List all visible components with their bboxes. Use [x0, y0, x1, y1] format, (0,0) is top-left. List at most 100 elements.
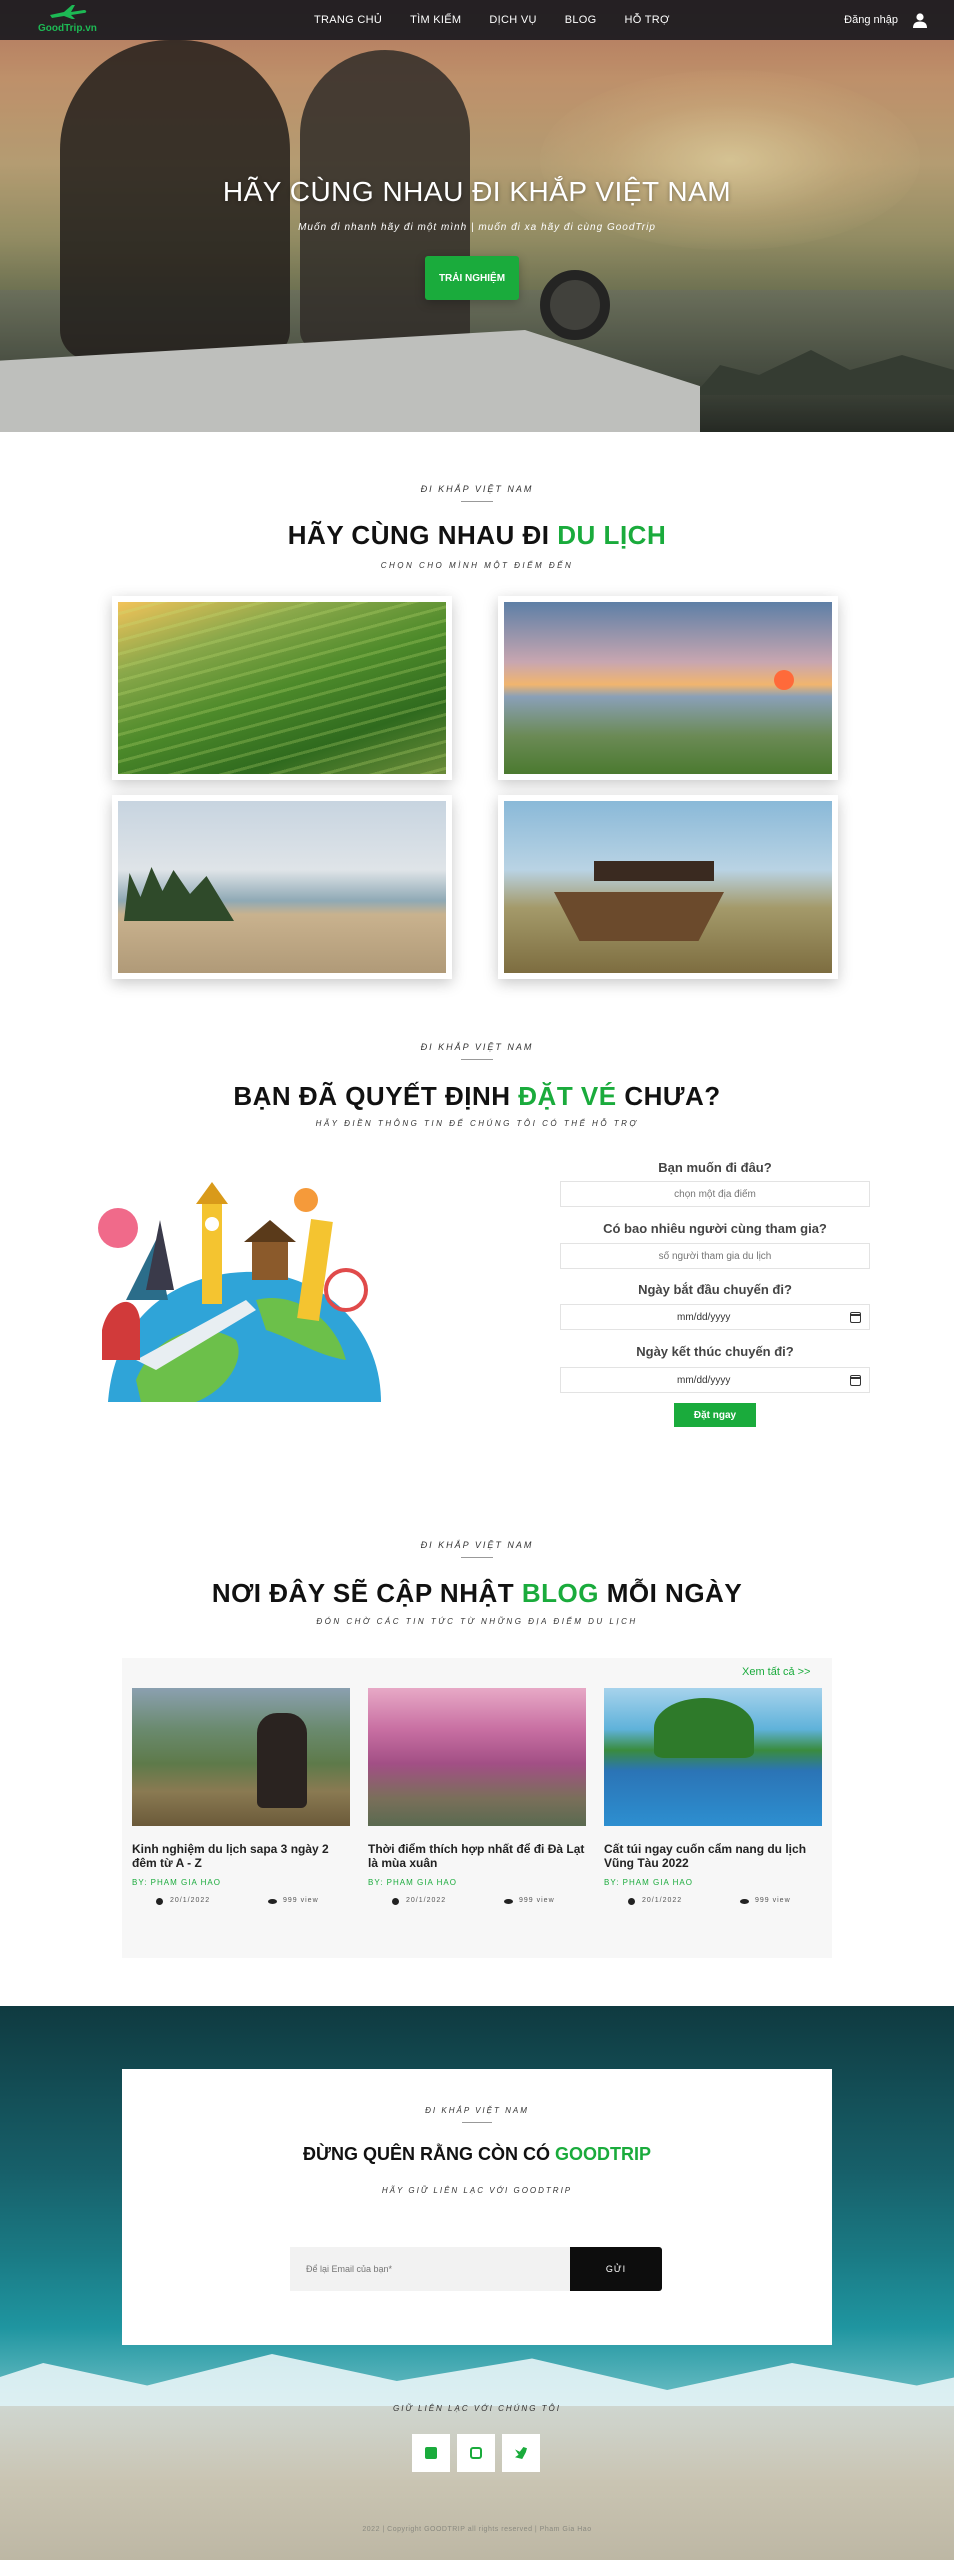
main-menu: TRANG CHỦ TÌM KIẾM DỊCH VỤ BLOG HỖ TRỢ [300, 0, 684, 40]
facebook-button[interactable] [412, 2434, 450, 2472]
rice-terrace-photo [118, 602, 446, 774]
contact-label: GIỮ LIÊN LẠC VỚI CHÚNG TÔI [393, 2404, 561, 2413]
nav-search[interactable]: TÌM KIẾM [396, 0, 475, 40]
newsletter-divider [462, 2122, 492, 2123]
blog-divider [461, 1557, 493, 1558]
booking-divider [461, 1059, 493, 1060]
blog-title-suffix: MỖI NGÀY [606, 1578, 743, 1608]
booking-title-prefix: BẠN ĐÃ QUYẾT ĐỊNH [233, 1081, 511, 1111]
blog-card-date: 20/1/2022 [170, 1897, 211, 1904]
newsletter-title-prefix: ĐỪNG QUÊN RẰNG CÒN CÓ [303, 2144, 550, 2164]
destination-card-beach[interactable] [112, 795, 452, 979]
booking-subtitle: HÃY ĐIỀN THÔNG TIN ĐỂ CHÚNG TÔI CÓ THỂ H… [315, 1119, 639, 1128]
nav-services[interactable]: DỊCH VỤ [475, 0, 550, 40]
newsletter-subtitle: HÃY GIỮ LIÊN LẠC VỚI GOODTRIP [381, 2186, 573, 2195]
twitter-icon [515, 2447, 527, 2459]
nav-support[interactable]: HỖ TRỢ [611, 0, 684, 40]
destination-card-sunrise[interactable] [498, 596, 838, 780]
nav-home[interactable]: TRANG CHỦ [300, 0, 396, 40]
destinations-title: HÃY CÙNG NHAU ĐI DU LỊCH [0, 520, 954, 551]
blog-card[interactable]: Kinh nghiệm du lịch sapa 3 ngày 2 đêm từ… [132, 1688, 350, 1909]
newsletter-eyebrow: ĐI KHẮP VIỆT NAM [425, 2106, 529, 2115]
blog-card[interactable]: Cất túi ngay cuốn cẩm nang du lịch Vũng … [604, 1688, 822, 1909]
blog-thumbnail[interactable] [368, 1688, 586, 1826]
clock-icon [628, 1898, 635, 1905]
eye-icon [740, 1899, 749, 1904]
blog-card-title[interactable]: Cất túi ngay cuốn cẩm nang du lịch Vũng … [604, 1842, 822, 1870]
twitter-button[interactable] [502, 2434, 540, 2472]
people-input[interactable] [560, 1243, 870, 1269]
destination-input[interactable] [560, 1181, 870, 1207]
blog-thumbnail[interactable] [604, 1688, 822, 1826]
blog-thumbnail[interactable] [132, 1688, 350, 1826]
blog-card-author: BY: PHAM GIA HAO [368, 1878, 457, 1887]
airplane-icon [50, 5, 87, 19]
destinations-subtitle: CHỌN CHO MÌNH MỘT ĐIỂM ĐẾN [380, 561, 574, 570]
blog-card-views: 999 view [519, 1897, 555, 1904]
blog-card-date: 20/1/2022 [406, 1897, 447, 1904]
blog-card-title[interactable]: Thời điểm thích hợp nhất để đi Đà Lạt là… [368, 1842, 586, 1870]
booking-title-suffix: CHƯA? [624, 1081, 721, 1111]
blog-card-views: 999 view [283, 1897, 319, 1904]
book-now-button[interactable]: Đặt ngay [674, 1403, 756, 1427]
sunrise-hills-photo [504, 602, 832, 774]
destinations-title-prefix: HÃY CÙNG NHAU ĐI [287, 520, 550, 550]
site-logo[interactable]: GoodTrip.vn [34, 4, 104, 36]
blog-title-prefix: NƠI ĐÂY SẼ CẬP NHẬT [211, 1578, 515, 1608]
travel-globe-illustration [98, 1182, 381, 1402]
blog-card-author: BY: PHAM GIA HAO [132, 1878, 221, 1887]
view-all-link[interactable]: Xem tất cả >> [742, 1666, 810, 1678]
clock-icon [156, 1898, 163, 1905]
hero-subtitle: Muốn đi nhanh hãy đi một mình | muốn đi … [298, 222, 656, 233]
copyright-text: 2022 | Copyright GOODTRIP all rights res… [362, 2526, 592, 2533]
blog-card-meta: 20/1/2022 999 view [132, 1897, 350, 1909]
people-label: Có bao nhiêu người cùng tham gia? [603, 1221, 827, 1236]
calendar-icon[interactable] [850, 1312, 861, 1323]
newsletter-title-highlight: GOODTRIP [554, 2144, 651, 2164]
hero-banner: HÃY CÙNG NHAU ĐI KHẮP VIỆT NAM Muốn đi n… [0, 0, 954, 432]
newsletter-title: ĐỪNG QUÊN RẰNG CÒN CÓ GOODTRIP [122, 2144, 832, 2165]
blog-card-title[interactable]: Kinh nghiệm du lịch sapa 3 ngày 2 đêm từ… [132, 1842, 350, 1870]
user-icon[interactable] [912, 12, 928, 28]
logo-text: GoodTrip.vn [38, 23, 97, 34]
destination-card-terraces[interactable] [112, 596, 452, 780]
booking-title: BẠN ĐÃ QUYẾT ĐỊNH ĐẶT VÉ CHƯA? [0, 1081, 954, 1112]
eye-icon [504, 1899, 513, 1904]
facebook-icon [425, 2447, 437, 2459]
eye-icon [268, 1899, 277, 1904]
blog-card-date: 20/1/2022 [642, 1897, 683, 1904]
start-date-value: mm/dd/yyyy [677, 1312, 731, 1323]
instagram-button[interactable] [457, 2434, 495, 2472]
destination-card-boat[interactable] [498, 795, 838, 979]
blog-card-views: 999 view [755, 1897, 791, 1904]
end-date-value: mm/dd/yyyy [677, 1375, 731, 1386]
start-date-field[interactable]: mm/dd/yyyy [560, 1304, 870, 1330]
experience-button[interactable]: TRẢI NGHIỆM [425, 256, 519, 300]
blog-title-highlight: BLOG [521, 1578, 599, 1608]
send-button[interactable]: GỬI [570, 2247, 662, 2291]
beach-photo [118, 801, 446, 973]
start-date-label: Ngày bắt đầu chuyến đi? [638, 1282, 792, 1297]
calendar-icon[interactable] [850, 1375, 861, 1386]
blog-card-author: BY: PHAM GIA HAO [604, 1878, 693, 1887]
login-link[interactable]: Đăng nhập [844, 0, 898, 40]
destination-label: Bạn muốn đi đâu? [658, 1160, 772, 1175]
booking-eyebrow: ĐI KHẮP VIỆT NAM [420, 1042, 534, 1052]
newsletter-box: ĐI KHẮP VIỆT NAM ĐỪNG QUÊN RẰNG CÒN CÓ G… [122, 2069, 832, 2345]
email-input[interactable] [290, 2247, 570, 2291]
blog-eyebrow: ĐI KHẮP VIỆT NAM [420, 1540, 534, 1550]
blog-card-meta: 20/1/2022 999 view [604, 1897, 822, 1909]
clock-icon [392, 1898, 399, 1905]
river-boat-photo [504, 801, 832, 973]
blog-card-meta: 20/1/2022 999 view [368, 1897, 586, 1909]
booking-title-highlight: ĐẶT VÉ [518, 1081, 617, 1111]
top-navbar: GoodTrip.vn TRANG CHỦ TÌM KIẾM DỊCH VỤ B… [0, 0, 954, 40]
end-date-field[interactable]: mm/dd/yyyy [560, 1367, 870, 1393]
blog-card[interactable]: Thời điểm thích hợp nhất để đi Đà Lạt là… [368, 1688, 586, 1909]
destinations-divider [461, 501, 493, 502]
nav-blog[interactable]: BLOG [551, 0, 611, 40]
instagram-icon [470, 2447, 482, 2459]
destinations-eyebrow: ĐI KHẮP VIỆT NAM [420, 484, 534, 494]
hero-title: HÃY CÙNG NHAU ĐI KHẮP VIỆT NAM [222, 176, 732, 207]
destinations-title-highlight: DU LỊCH [557, 520, 667, 550]
